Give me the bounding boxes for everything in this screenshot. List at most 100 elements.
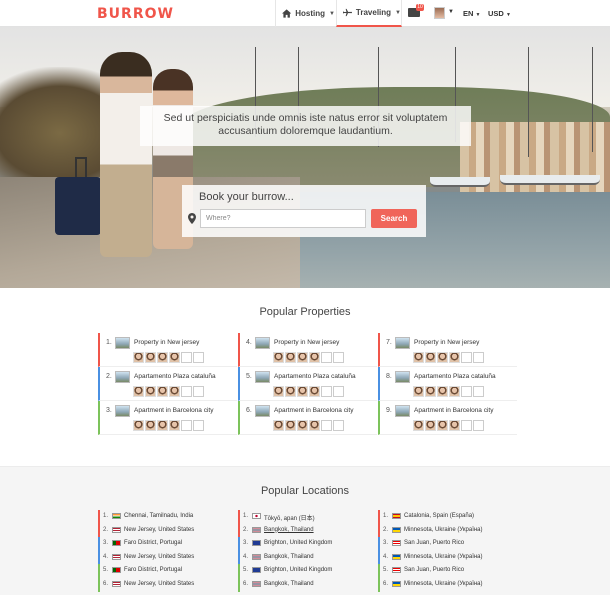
- property-column: 1. Property in New jersey 2. Apartamento…: [98, 333, 237, 435]
- property-name[interactable]: Apartment in Barcelona city: [134, 407, 213, 414]
- location-item[interactable]: 1. Tōkyō, apan (日本): [238, 510, 377, 524]
- puerto-rico-flag-icon: [392, 540, 401, 547]
- property-item[interactable]: 9. Apartment in Barcelona city: [378, 401, 517, 435]
- property-item[interactable]: 5. Apartamento Plaza cataluña: [238, 367, 377, 401]
- avatar: [273, 352, 284, 363]
- property-thumbnail: [255, 337, 270, 349]
- location-item[interactable]: 4. Bangkok, Thailand: [238, 550, 377, 565]
- location-item[interactable]: 2. Minnesota, Ukraine (Україна): [378, 523, 517, 538]
- location-name[interactable]: Minnesota, Ukraine (Україна): [404, 527, 483, 533]
- location-name[interactable]: Bangkok, Thailand: [264, 554, 314, 560]
- property-name[interactable]: Apartamento Plaza cataluña: [414, 373, 496, 380]
- avatar-placeholder: [333, 420, 344, 431]
- property-name[interactable]: Apartment in Barcelona city: [414, 407, 493, 414]
- property-column: 4. Property in New jersey 5. Apartamento…: [238, 333, 377, 435]
- nav-traveling[interactable]: Traveling ▼: [336, 0, 402, 27]
- location-name[interactable]: Chennai, Tamilnadu, India: [124, 513, 193, 519]
- location-item[interactable]: 2. New Jersey, United States: [98, 523, 237, 538]
- location-item[interactable]: 2. Bangkok, Thailand: [238, 523, 377, 538]
- location-name[interactable]: Bangkok, Thailand: [264, 581, 314, 587]
- property-item[interactable]: 8. Apartamento Plaza cataluña: [378, 367, 517, 401]
- location-item[interactable]: 6. Minnesota, Ukraine (Україна): [378, 577, 517, 592]
- avatar: [449, 352, 460, 363]
- property-item[interactable]: 2. Apartamento Plaza cataluña: [98, 367, 237, 401]
- location-name[interactable]: Minnesota, Ukraine (Україна): [404, 581, 483, 587]
- nav-hosting[interactable]: Hosting ▼: [275, 0, 335, 27]
- location-item[interactable]: 6. New Jersey, United States: [98, 577, 237, 592]
- location-rank: 1.: [103, 513, 109, 519]
- location-name[interactable]: Tōkyō, apan (日本): [264, 513, 315, 522]
- avatar-placeholder: [181, 352, 192, 363]
- avatar: [145, 420, 156, 431]
- currency-selector[interactable]: USD ▼: [488, 9, 511, 18]
- location-name[interactable]: San Juan, Puerto Rico: [404, 567, 464, 573]
- location-item[interactable]: 6. Bangkok, Thailand: [238, 577, 377, 592]
- avatar-placeholder: [321, 386, 332, 397]
- property-item[interactable]: 6. Apartment in Barcelona city: [238, 401, 377, 435]
- popular-properties-section: Popular Properties 1. Property in New je…: [0, 288, 610, 466]
- property-name[interactable]: Apartamento Plaza cataluña: [134, 373, 216, 380]
- puerto-rico-flag-icon: [392, 567, 401, 574]
- property-rank: 1.: [106, 339, 112, 346]
- location-item[interactable]: 5. San Juan, Puerto Rico: [378, 564, 517, 578]
- property-item[interactable]: 3. Apartment in Barcelona city: [98, 401, 237, 435]
- location-name[interactable]: New Jersey, United States: [124, 554, 194, 560]
- property-thumbnail: [115, 371, 130, 383]
- location-name[interactable]: New Jersey, United States: [124, 527, 194, 533]
- search-input[interactable]: [200, 209, 366, 228]
- location-name[interactable]: Faro District, Portugal: [124, 567, 182, 573]
- avatar: [425, 352, 436, 363]
- location-item[interactable]: 4. Minnesota, Ukraine (Україна): [378, 550, 517, 565]
- avatar: [157, 352, 168, 363]
- location-item[interactable]: 4. New Jersey, United States: [98, 550, 237, 565]
- avatar: [145, 386, 156, 397]
- chevron-down-icon[interactable]: ▼: [448, 9, 454, 15]
- location-item[interactable]: 5. Brighton, United Kingdom: [238, 564, 377, 578]
- burrow-logo[interactable]: BURROW: [97, 6, 174, 22]
- location-item[interactable]: 3. Brighton, United Kingdom: [238, 537, 377, 551]
- popular-locations-section: Popular Locations 1. Chennai, Tamilnadu, …: [0, 466, 610, 595]
- avatar: [449, 420, 460, 431]
- property-name[interactable]: Property in New jersey: [134, 339, 199, 346]
- location-name[interactable]: Brighton, United Kingdom: [264, 567, 332, 573]
- location-rank: 2.: [243, 526, 249, 533]
- avatar: [169, 352, 180, 363]
- location-rank: 5.: [103, 567, 109, 574]
- property-name[interactable]: Property in New jersey: [274, 339, 339, 346]
- location-rank: 2.: [383, 526, 389, 533]
- search-button[interactable]: Search: [371, 209, 417, 228]
- property-guest-avatars: [273, 352, 344, 363]
- property-thumbnail: [395, 405, 410, 417]
- location-name[interactable]: Catalonia, Spain (España): [404, 513, 474, 519]
- user-avatar[interactable]: [434, 7, 445, 19]
- location-name[interactable]: Faro District, Portugal: [124, 540, 182, 546]
- avatar: [145, 352, 156, 363]
- property-column: 7. Property in New jersey 8. Apartamento…: [378, 333, 517, 435]
- location-item[interactable]: 5. Faro District, Portugal: [98, 564, 237, 578]
- property-item[interactable]: 7. Property in New jersey: [378, 333, 517, 367]
- location-item[interactable]: 1. Catalonia, Spain (España): [378, 510, 517, 524]
- location-name[interactable]: Brighton, United Kingdom: [264, 540, 332, 546]
- location-item[interactable]: 3. San Juan, Puerto Rico: [378, 537, 517, 551]
- avatar-placeholder: [181, 386, 192, 397]
- property-item[interactable]: 4. Property in New jersey: [238, 333, 377, 367]
- property-name[interactable]: Property in New jersey: [414, 339, 479, 346]
- location-rank: 5.: [383, 567, 389, 574]
- property-thumbnail: [395, 337, 410, 349]
- property-name[interactable]: Apartment in Barcelona city: [274, 407, 353, 414]
- location-item[interactable]: 3. Faro District, Portugal: [98, 537, 237, 551]
- location-column: 1. Tōkyō, apan (日本) 2. Bangkok, Thailand 3…: [238, 510, 377, 592]
- language-selector[interactable]: EN ▼: [463, 9, 480, 18]
- avatar: [437, 420, 448, 431]
- location-item[interactable]: 1. Chennai, Tamilnadu, India: [98, 510, 237, 524]
- location-name[interactable]: San Juan, Puerto Rico: [404, 540, 464, 546]
- property-guest-avatars: [273, 420, 344, 431]
- location-name[interactable]: Minnesota, Ukraine (Україна): [404, 554, 483, 560]
- location-name[interactable]: New Jersey, United States: [124, 581, 194, 587]
- property-item[interactable]: 1. Property in New jersey: [98, 333, 237, 367]
- thailand-flag-icon: [252, 553, 261, 560]
- location-name[interactable]: Bangkok, Thailand: [264, 527, 314, 533]
- avatar: [285, 420, 296, 431]
- property-name[interactable]: Apartamento Plaza cataluña: [274, 373, 356, 380]
- avatar-placeholder: [321, 352, 332, 363]
